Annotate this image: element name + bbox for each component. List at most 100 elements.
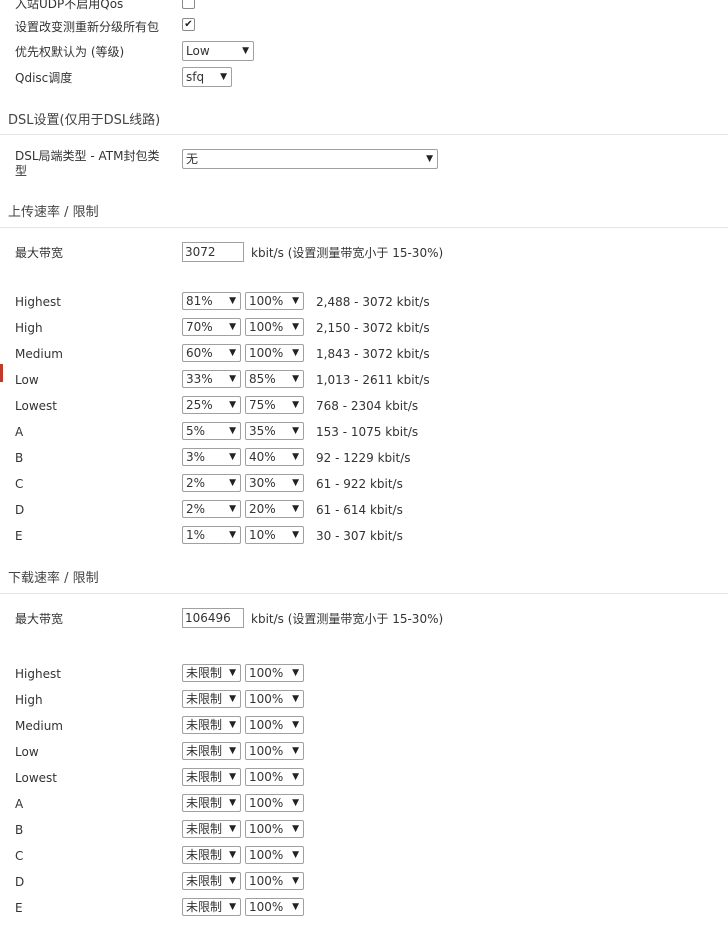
class-name-label: C bbox=[15, 477, 24, 491]
min-percent-select[interactable]: 70% ▼ bbox=[182, 318, 241, 336]
download-section-title: 下载速率 / 限制 bbox=[8, 571, 99, 586]
bandwidth-range-text: 768 - 2304 kbit/s bbox=[316, 399, 419, 413]
max-percent-select[interactable]: 40% ▼ bbox=[245, 448, 304, 466]
default-priority-label: 优先权默认为 (等级) bbox=[15, 45, 125, 59]
dropdown-arrow-icon: ▼ bbox=[229, 296, 236, 306]
min-percent-select[interactable]: 2% ▼ bbox=[182, 474, 241, 492]
bandwidth-range-text: 30 - 307 kbit/s bbox=[316, 529, 403, 543]
class-name-label: Highest bbox=[15, 667, 61, 681]
dropdown-arrow-icon: ▼ bbox=[229, 530, 236, 540]
max-percent-select[interactable]: 100% ▼ bbox=[245, 664, 304, 682]
dropdown-arrow-icon: ▼ bbox=[292, 668, 299, 678]
dropdown-arrow-icon: ▼ bbox=[229, 348, 236, 358]
dsl-type-label: DSL局端类型 - ATM封包类型 bbox=[15, 149, 160, 178]
class-name-label: Lowest bbox=[15, 399, 57, 413]
min-percent-select[interactable]: 未限制 ▼ bbox=[182, 664, 241, 682]
upload-max-bandwidth-input[interactable]: 3072 bbox=[182, 242, 244, 262]
min-percent-select[interactable]: 未限制 ▼ bbox=[182, 716, 241, 734]
max-percent-select[interactable]: 100% ▼ bbox=[245, 292, 304, 310]
min-percent-select[interactable]: 1% ▼ bbox=[182, 526, 241, 544]
max-percent-select[interactable]: 30% ▼ bbox=[245, 474, 304, 492]
min-percent-select[interactable]: 未限制 ▼ bbox=[182, 846, 241, 864]
upload-max-bandwidth-label: 最大带宽 bbox=[15, 246, 64, 260]
udp-qos-checkbox[interactable] bbox=[182, 0, 195, 9]
max-percent-select[interactable]: 100% ▼ bbox=[245, 318, 304, 336]
min-percent-select[interactable]: 未限制 ▼ bbox=[182, 690, 241, 708]
max-percent-select[interactable]: 100% ▼ bbox=[245, 846, 304, 864]
min-percent-select[interactable]: 未限制 ▼ bbox=[182, 820, 241, 838]
min-percent-select[interactable]: 81% ▼ bbox=[182, 292, 241, 310]
max-percent-select[interactable]: 35% ▼ bbox=[245, 422, 304, 440]
min-percent-select[interactable]: 3% ▼ bbox=[182, 448, 241, 466]
max-percent-select[interactable]: 75% ▼ bbox=[245, 396, 304, 414]
class-name-label: Lowest bbox=[15, 771, 57, 785]
download-max-bandwidth-input[interactable]: 106496 bbox=[182, 608, 244, 628]
max-percent-select[interactable]: 100% ▼ bbox=[245, 690, 304, 708]
max-percent-select[interactable]: 100% ▼ bbox=[245, 716, 304, 734]
udp-qos-label: 入站UDP不启用Qos bbox=[15, 0, 124, 11]
dropdown-arrow-icon: ▼ bbox=[292, 902, 299, 912]
max-percent-select[interactable]: 20% ▼ bbox=[245, 500, 304, 518]
min-percent-select[interactable]: 25% ▼ bbox=[182, 396, 241, 414]
class-name-label: Highest bbox=[15, 295, 61, 309]
dropdown-arrow-icon: ▼ bbox=[292, 478, 299, 488]
bandwidth-range-text: 1,013 - 2611 kbit/s bbox=[316, 373, 430, 387]
dropdown-arrow-icon: ▼ bbox=[292, 694, 299, 704]
max-percent-select[interactable]: 100% ▼ bbox=[245, 794, 304, 812]
min-percent-select[interactable]: 60% ▼ bbox=[182, 344, 241, 362]
reclassify-checkbox[interactable]: ✔ bbox=[182, 18, 195, 31]
max-percent-select[interactable]: 100% ▼ bbox=[245, 742, 304, 760]
dropdown-arrow-icon: ▼ bbox=[229, 902, 236, 912]
dropdown-arrow-icon: ▼ bbox=[292, 504, 299, 514]
max-percent-select[interactable]: 100% ▼ bbox=[245, 768, 304, 786]
download-max-bandwidth-unit: kbit/s (设置测量带宽小于 15-30%) bbox=[251, 612, 444, 626]
dropdown-arrow-icon: ▼ bbox=[292, 452, 299, 462]
max-percent-select[interactable]: 100% ▼ bbox=[245, 820, 304, 838]
max-percent-select[interactable]: 85% ▼ bbox=[245, 370, 304, 388]
max-percent-select[interactable]: 100% ▼ bbox=[245, 344, 304, 362]
min-percent-select[interactable]: 未限制 ▼ bbox=[182, 768, 241, 786]
bandwidth-range-text: 61 - 922 kbit/s bbox=[316, 477, 403, 491]
max-percent-select[interactable]: 100% ▼ bbox=[245, 872, 304, 890]
dsl-section-title: DSL设置(仅用于DSL线路) bbox=[8, 113, 161, 128]
dropdown-arrow-icon: ▼ bbox=[229, 798, 236, 808]
max-percent-select[interactable]: 10% ▼ bbox=[245, 526, 304, 544]
min-percent-select[interactable]: 未限制 ▼ bbox=[182, 794, 241, 812]
min-percent-select[interactable]: 未限制 ▼ bbox=[182, 742, 241, 760]
default-priority-select[interactable]: Low ▼ bbox=[182, 41, 254, 61]
class-name-label: D bbox=[15, 503, 25, 517]
dropdown-arrow-icon: ▼ bbox=[292, 322, 299, 332]
min-percent-select[interactable]: 未限制 ▼ bbox=[182, 898, 241, 916]
download-max-bandwidth-label: 最大带宽 bbox=[15, 612, 64, 626]
bandwidth-range-text: 2,488 - 3072 kbit/s bbox=[316, 295, 430, 309]
dropdown-arrow-icon: ▼ bbox=[292, 296, 299, 306]
class-name-label: High bbox=[15, 693, 43, 707]
dropdown-arrow-icon: ▼ bbox=[229, 694, 236, 704]
dropdown-arrow-icon: ▼ bbox=[229, 850, 236, 860]
dropdown-arrow-icon: ▼ bbox=[292, 530, 299, 540]
class-name-label: High bbox=[15, 321, 43, 335]
dropdown-arrow-icon: ▼ bbox=[229, 504, 236, 514]
dropdown-arrow-icon: ▼ bbox=[229, 374, 236, 384]
min-percent-select[interactable]: 5% ▼ bbox=[182, 422, 241, 440]
left-edge-marker bbox=[0, 364, 3, 382]
class-name-label: Medium bbox=[15, 347, 63, 361]
dropdown-arrow-icon: ▼ bbox=[292, 348, 299, 358]
bandwidth-range-text: 153 - 1075 kbit/s bbox=[316, 425, 419, 439]
max-percent-select[interactable]: 100% ▼ bbox=[245, 898, 304, 916]
dropdown-arrow-icon: ▼ bbox=[229, 426, 236, 436]
class-name-label: E bbox=[15, 901, 23, 915]
dsl-type-select[interactable]: 无 ▼ bbox=[182, 149, 438, 169]
min-percent-select[interactable]: 未限制 ▼ bbox=[182, 872, 241, 890]
qdisc-select[interactable]: sfq ▼ bbox=[182, 67, 232, 87]
class-name-label: Medium bbox=[15, 719, 63, 733]
min-percent-select[interactable]: 2% ▼ bbox=[182, 500, 241, 518]
dropdown-arrow-icon: ▼ bbox=[292, 746, 299, 756]
min-percent-select[interactable]: 33% ▼ bbox=[182, 370, 241, 388]
dropdown-arrow-icon: ▼ bbox=[220, 72, 227, 82]
qdisc-label: Qdisc调度 bbox=[15, 71, 73, 85]
dropdown-arrow-icon: ▼ bbox=[292, 720, 299, 730]
dropdown-arrow-icon: ▼ bbox=[292, 824, 299, 834]
dropdown-arrow-icon: ▼ bbox=[292, 426, 299, 436]
dropdown-arrow-icon: ▼ bbox=[229, 824, 236, 834]
